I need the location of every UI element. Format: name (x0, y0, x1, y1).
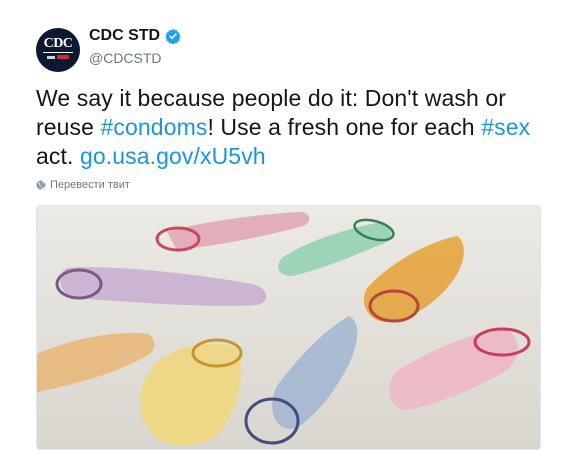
translate-label: Перевести твит (50, 179, 130, 191)
tweet-photo[interactable] (36, 205, 541, 450)
tweet-text-part: act. (36, 143, 80, 169)
avatar-logo-stripes (47, 55, 69, 59)
author-display-name[interactable]: CDC STD (89, 27, 160, 45)
tweet-text-part: ! Use a fresh one for each (207, 114, 482, 140)
author-name-row[interactable]: CDC STD (89, 27, 181, 45)
avatar-logo-text: CDC (42, 36, 74, 53)
author-handle[interactable]: @CDCSTD (89, 50, 162, 66)
hashtag-link[interactable]: #condoms (101, 114, 208, 140)
translate-tweet-button[interactable]: Перевести твит (36, 179, 130, 191)
verified-badge-icon (165, 29, 181, 44)
tweet-text: We say it because people do it: Don't wa… (36, 84, 556, 171)
hashtag-link[interactable]: #sex (481, 114, 530, 140)
url-link[interactable]: go.usa.gov/xU5vh (80, 143, 266, 169)
globe-icon (36, 180, 46, 190)
condoms-photo (37, 206, 540, 449)
avatar[interactable]: CDC (36, 28, 80, 72)
